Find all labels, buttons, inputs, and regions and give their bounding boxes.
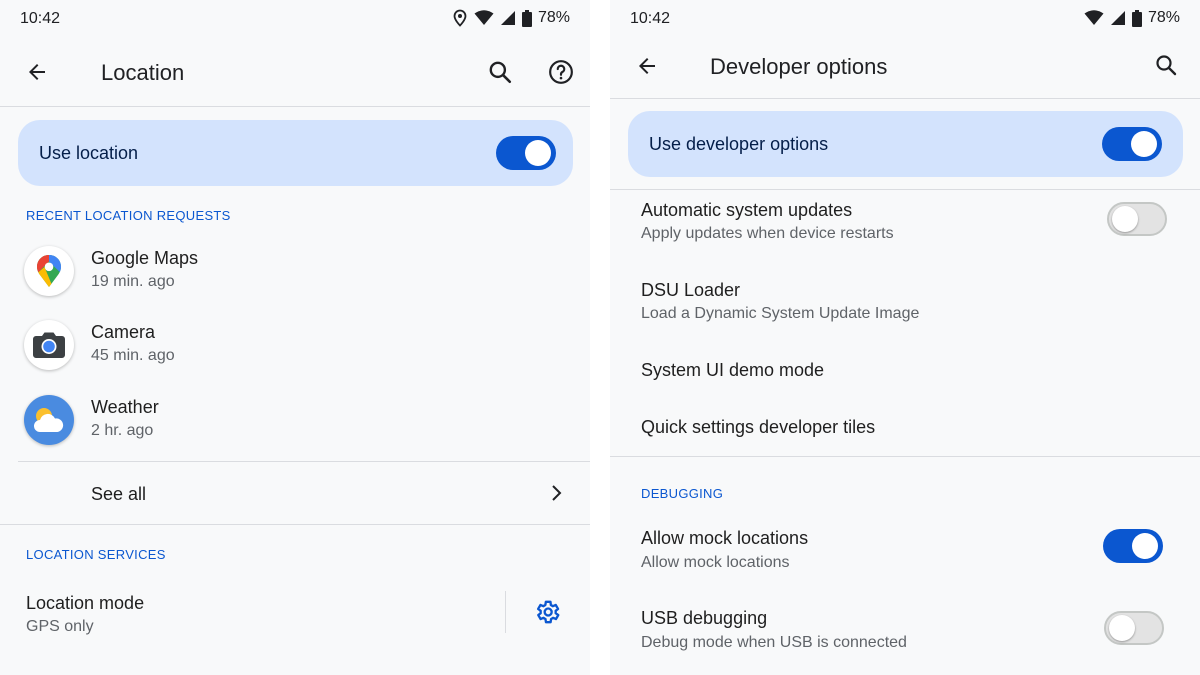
see-all-row[interactable]: See all bbox=[0, 465, 590, 523]
app-bar-divider bbox=[0, 106, 590, 107]
pref-title: Automatic system updates bbox=[641, 200, 853, 220]
location-mode-value: GPS only bbox=[26, 618, 94, 635]
location-status-icon bbox=[452, 9, 468, 27]
gear-icon bbox=[536, 600, 560, 624]
status-time: 10:42 bbox=[20, 10, 61, 27]
location-mode-title: Location mode bbox=[26, 593, 145, 613]
page-title: Developer options bbox=[710, 54, 888, 79]
arrow-back-icon bbox=[639, 58, 655, 74]
app-request-time: 45 min. ago bbox=[91, 347, 175, 364]
automatic-system-updates-row[interactable]: Automatic system updates Apply updates w… bbox=[610, 192, 1200, 252]
cell-signal-icon bbox=[500, 10, 516, 26]
weather-icon bbox=[24, 395, 74, 445]
arrow-back-icon bbox=[29, 64, 45, 80]
developer-options-screen: 10:42 78% Developer options Use develope… bbox=[610, 0, 1200, 675]
battery-percentage: 78% bbox=[537, 9, 570, 26]
pref-title: Allow mock locations bbox=[641, 528, 809, 548]
top-app-bar: Developer options bbox=[610, 36, 1200, 96]
pref-summary: Allow mock locations bbox=[641, 554, 790, 571]
list-item-google-maps[interactable]: Google Maps 19 min. ago bbox=[0, 236, 590, 308]
pref-title: System UI demo mode bbox=[641, 360, 825, 380]
wifi-icon bbox=[474, 10, 494, 26]
help-button[interactable] bbox=[541, 52, 581, 92]
battery-icon bbox=[521, 9, 532, 27]
use-developer-options-label: Use developer options bbox=[649, 134, 829, 154]
pref-summary: Debug mode when USB is connected bbox=[641, 634, 907, 651]
google-maps-icon bbox=[24, 246, 74, 296]
location-mode-settings-button[interactable] bbox=[527, 592, 567, 632]
pref-title: USB debugging bbox=[641, 608, 768, 628]
allow-mock-locations-row[interactable]: Allow mock locations Allow mock location… bbox=[610, 520, 1200, 580]
chevron-right-icon bbox=[552, 485, 562, 501]
app-request-time: 19 min. ago bbox=[91, 273, 175, 290]
app-bar-divider bbox=[610, 98, 1200, 99]
search-icon bbox=[489, 61, 512, 84]
camera-icon bbox=[24, 320, 74, 370]
section-divider bbox=[610, 456, 1200, 457]
debugging-header: DEBUGGING bbox=[641, 486, 724, 501]
app-name: Camera bbox=[91, 322, 156, 342]
recent-requests-header: RECENT LOCATION REQUESTS bbox=[26, 208, 231, 223]
pref-summary: Load a Dynamic System Update Image bbox=[641, 305, 920, 322]
back-button[interactable] bbox=[17, 52, 57, 92]
status-bar: 10:42 78% bbox=[610, 0, 1200, 40]
pref-summary: Apply updates when device restarts bbox=[641, 225, 894, 242]
section-divider bbox=[0, 524, 590, 525]
use-location-toggle[interactable] bbox=[496, 136, 556, 170]
cell-signal-icon bbox=[1110, 10, 1126, 26]
usb-debugging-toggle[interactable] bbox=[1104, 611, 1164, 645]
see-all-label: See all bbox=[91, 484, 147, 504]
pref-title: Quick settings developer tiles bbox=[641, 417, 876, 437]
usb-debugging-row[interactable]: USB debugging Debug mode when USB is con… bbox=[610, 600, 1200, 660]
system-ui-demo-mode-row[interactable]: System UI demo mode bbox=[610, 350, 1200, 394]
dsu-loader-row[interactable]: DSU Loader Load a Dynamic System Update … bbox=[610, 272, 1200, 332]
search-button[interactable] bbox=[480, 52, 520, 92]
help-icon bbox=[549, 60, 573, 84]
quick-settings-tiles-row[interactable]: Quick settings developer tiles bbox=[610, 407, 1200, 451]
battery-percentage: 78% bbox=[1147, 9, 1180, 26]
status-time: 10:42 bbox=[630, 10, 671, 27]
search-button[interactable] bbox=[1146, 45, 1186, 85]
allow-mock-locations-toggle[interactable] bbox=[1103, 529, 1163, 563]
list-item-camera[interactable]: Camera 45 min. ago bbox=[0, 310, 590, 382]
location-services-header: LOCATION SERVICES bbox=[26, 547, 166, 562]
app-request-time: 2 hr. ago bbox=[91, 422, 154, 439]
pref-title: DSU Loader bbox=[641, 280, 741, 300]
app-name: Weather bbox=[91, 397, 159, 417]
list-item-weather[interactable]: Weather 2 hr. ago bbox=[0, 385, 590, 457]
use-developer-options-toggle[interactable] bbox=[1102, 127, 1162, 161]
status-bar: 10:42 78% bbox=[0, 0, 590, 40]
battery-icon bbox=[1131, 9, 1142, 27]
app-name: Google Maps bbox=[91, 248, 199, 268]
vertical-divider bbox=[505, 591, 506, 633]
automatic-system-updates-toggle[interactable] bbox=[1107, 202, 1167, 236]
card-divider bbox=[610, 189, 1200, 190]
use-developer-options-card[interactable]: Use developer options bbox=[628, 111, 1183, 177]
use-location-label: Use location bbox=[39, 143, 139, 163]
search-icon bbox=[1156, 55, 1177, 76]
location-settings-screen: 10:42 78% Location Use location RECENT L… bbox=[0, 0, 590, 675]
location-mode-row[interactable]: Location mode GPS only bbox=[0, 580, 590, 646]
use-location-card[interactable]: Use location bbox=[18, 120, 573, 186]
back-button[interactable] bbox=[627, 46, 667, 86]
page-title: Location bbox=[101, 60, 185, 85]
wifi-icon bbox=[1084, 10, 1104, 26]
top-app-bar: Location bbox=[0, 42, 590, 102]
list-divider bbox=[18, 461, 590, 462]
